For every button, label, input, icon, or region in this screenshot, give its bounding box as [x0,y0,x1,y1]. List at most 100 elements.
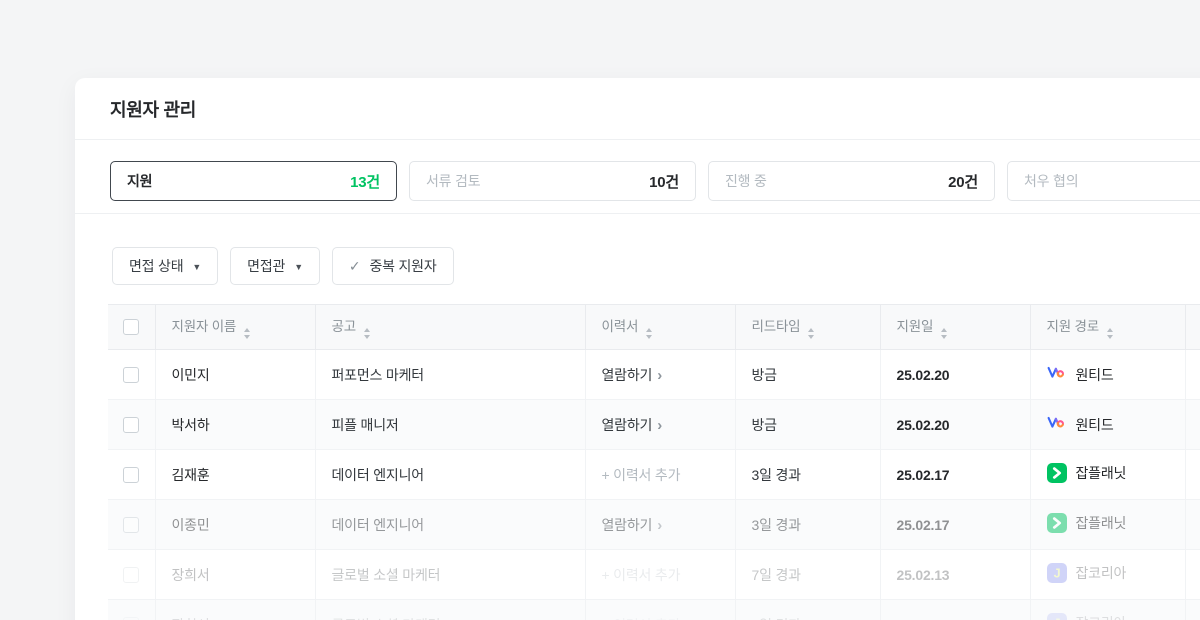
chevron-right-icon: › [657,367,662,384]
filter-label: 중복 지원자 [369,256,436,276]
resume-cell: + 이력서 추가 [585,450,735,500]
stage-tab-in-progress[interactable]: 진행 중 20건 [708,161,995,201]
resume-view-link[interactable]: 열람하기› [602,367,663,383]
applicant-name: 박서하 [155,400,315,450]
applied-date-value: 25.02.17 [880,450,1030,500]
jobkorea-logo-icon: J [1047,563,1067,583]
stage-tab-label: 진행 중 [725,171,767,191]
applicant-management-card: 지원자 관리 지원 13건 서류 검토 10건 진행 중 20건 처우 협의 면… [75,78,1200,620]
resume-cell: 열람하기› [585,400,735,450]
table-row[interactable]: 박서하 피플 매니저 열람하기› 방금 25.02.20 원티드 [108,400,1200,450]
applicant-name: 이민지 [155,350,315,400]
column-header-extra [1185,305,1200,350]
posting-title: 피플 매니저 [315,400,585,450]
stage-tab-applied[interactable]: 지원 13건 [110,161,397,201]
column-header-posting[interactable]: 공고 [315,305,585,350]
source-cell: J 잡코리아 [1030,550,1185,600]
chevron-down-icon: ▼ [294,263,303,272]
table-row[interactable]: 이종민 데이터 엔지니어 열람하기› 3일 경과 25.02.17 잡플래닛 [108,500,1200,550]
sort-icon [244,328,250,339]
wanted-logo-icon [1047,415,1067,435]
filter-bar: 면접 상태 ▼ 면접관 ▼ ✓ 중복 지원자 [75,214,1200,285]
extra-cell [1185,550,1200,600]
extra-cell [1185,500,1200,550]
svg-text:J: J [1053,617,1060,620]
applied-date-value: 25.02.13 [880,600,1030,620]
stage-tab-label: 서류 검토 [426,171,480,191]
table-row[interactable]: 장희서 글로벌 소셜 마케터 + 이력서 추가 7일 경과 25.02.13 J… [108,600,1200,620]
leadtime-value: 3일 경과 [735,450,880,500]
row-checkbox[interactable] [123,567,139,583]
extra-cell [1185,350,1200,400]
stage-tab-document-review[interactable]: 서류 검토 10건 [409,161,696,201]
applicant-name: 장희서 [155,550,315,600]
table-row[interactable]: 장희서 글로벌 소셜 마케터 + 이력서 추가 7일 경과 25.02.13 J… [108,550,1200,600]
leadtime-value: 방금 [735,350,880,400]
page-title: 지원자 관리 [110,96,196,122]
duplicate-applicants-toggle[interactable]: ✓ 중복 지원자 [332,247,454,285]
applicant-table: 지원자 이름 공고 이력서 리드타임 지원일 지원 경로 이민지 퍼포먼스 마케… [108,304,1200,620]
stage-tab-count: 20건 [948,171,978,192]
source-cell: 원티드 [1030,350,1185,400]
leadtime-value: 방금 [735,400,880,450]
interviewer-filter[interactable]: 면접관 ▼ [230,247,320,285]
leadtime-value: 7일 경과 [735,550,880,600]
source-label: 잡코리아 [1076,563,1127,583]
table-row[interactable]: 김재훈 데이터 엔지니어 + 이력서 추가 3일 경과 25.02.17 잡플래… [108,450,1200,500]
column-header-leadtime[interactable]: 리드타임 [735,305,880,350]
resume-cell: 열람하기› [585,350,735,400]
card-header: 지원자 관리 [75,78,1200,140]
row-checkbox[interactable] [123,367,139,383]
column-header-resume[interactable]: 이력서 [585,305,735,350]
table-header-row: 지원자 이름 공고 이력서 리드타임 지원일 지원 경로 [108,305,1200,350]
resume-view-link[interactable]: 열람하기› [602,517,663,533]
column-header-name[interactable]: 지원자 이름 [155,305,315,350]
select-all-checkbox[interactable] [123,319,139,335]
applied-date-value: 25.02.20 [880,350,1030,400]
leadtime-value: 7일 경과 [735,600,880,620]
source-cell: 잡플래닛 [1030,450,1185,500]
resume-view-link[interactable]: 열람하기› [602,417,663,433]
source-label: 잡플래닛 [1076,513,1127,533]
posting-title: 글로벌 소셜 마케터 [315,600,585,620]
table-row[interactable]: 이민지 퍼포먼스 마케터 열람하기› 방금 25.02.20 원티드 [108,350,1200,400]
filter-label: 면접관 [247,256,285,276]
extra-cell [1185,600,1200,620]
posting-title: 데이터 엔지니어 [315,500,585,550]
sort-icon [364,328,370,339]
sort-icon [808,328,814,339]
applicant-name: 이종민 [155,500,315,550]
filter-label: 면접 상태 [129,256,183,276]
stage-tab-offer-discussion[interactable]: 처우 협의 [1007,161,1200,201]
column-header-source[interactable]: 지원 경로 [1030,305,1185,350]
chevron-right-icon: › [657,517,662,534]
column-header-applied-date[interactable]: 지원일 [880,305,1030,350]
source-label: 잡코리아 [1076,613,1127,620]
resume-add-link[interactable]: + 이력서 추가 [602,617,681,620]
posting-title: 글로벌 소셜 마케터 [315,550,585,600]
chevron-right-icon: › [657,417,662,434]
applicant-name: 장희서 [155,600,315,620]
sort-icon [941,328,947,339]
stage-tab-label: 처우 협의 [1024,171,1078,191]
sort-icon [1107,328,1113,339]
extra-cell [1185,450,1200,500]
chevron-down-icon: ▼ [192,263,201,272]
stage-tab-count: 10건 [649,171,679,192]
jobkorea-logo-icon: J [1047,613,1067,620]
stage-tabs: 지원 13건 서류 검토 10건 진행 중 20건 처우 협의 [75,140,1200,214]
resume-add-link[interactable]: + 이력서 추가 [602,567,681,583]
extra-cell [1185,400,1200,450]
resume-add-link[interactable]: + 이력서 추가 [602,467,681,483]
row-checkbox[interactable] [123,467,139,483]
applied-date-value: 25.02.20 [880,400,1030,450]
wanted-logo-icon [1047,365,1067,385]
stage-tab-count: 13건 [350,171,380,192]
checkmark-icon: ✓ [349,259,361,273]
stage-tab-label: 지원 [127,171,152,191]
row-checkbox[interactable] [123,517,139,533]
row-checkbox[interactable] [123,417,139,433]
interview-status-filter[interactable]: 면접 상태 ▼ [112,247,218,285]
sort-icon [646,328,652,339]
svg-text:J: J [1053,567,1060,581]
